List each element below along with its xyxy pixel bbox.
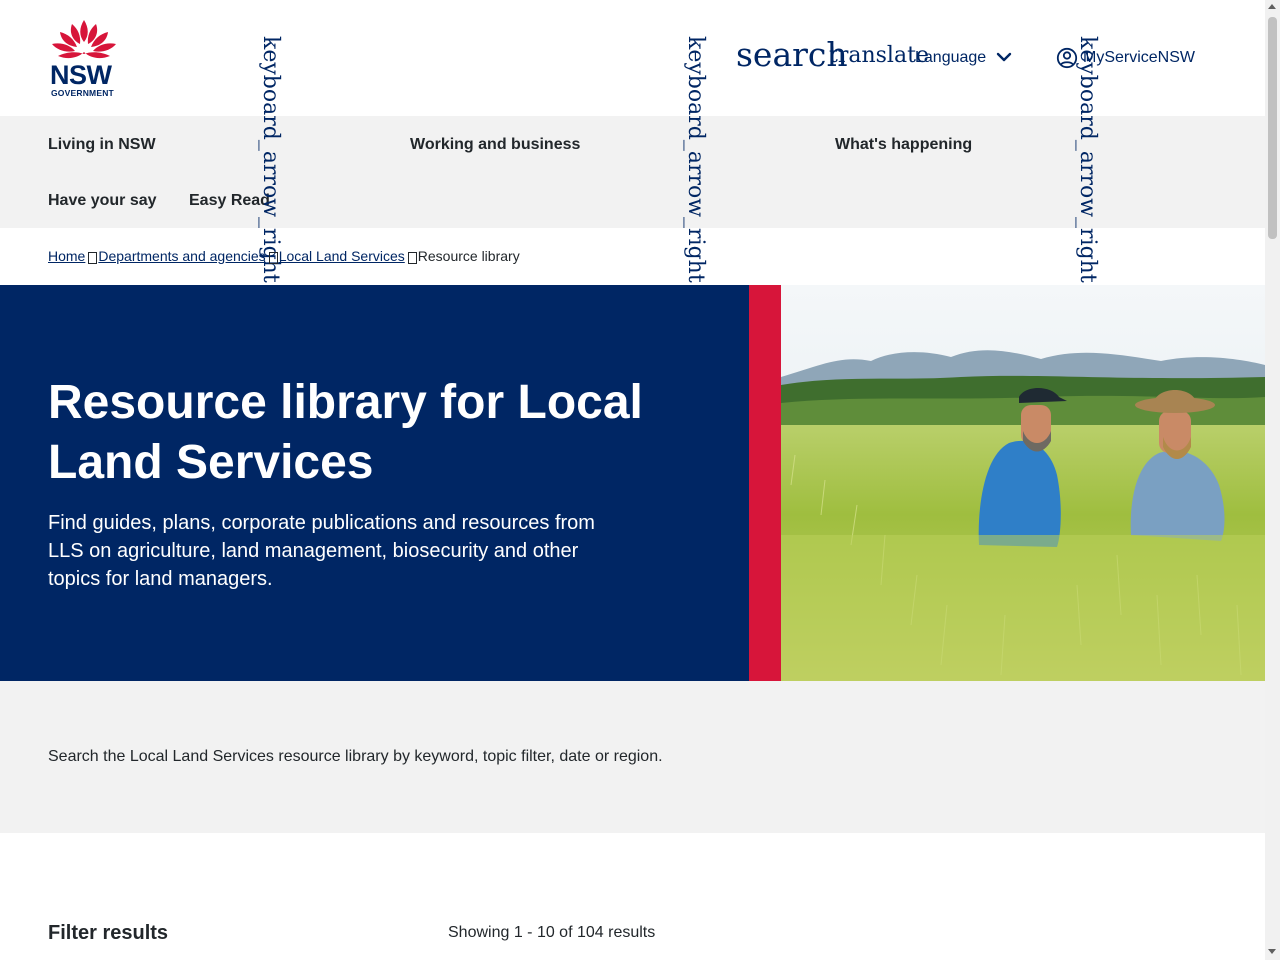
scroll-down-arrow-icon[interactable] — [1268, 949, 1276, 954]
language-selector-label[interactable]: Language — [915, 49, 986, 67]
hero-image-farmers-in-wheat-field — [781, 285, 1265, 681]
waratah-logo-icon — [52, 20, 116, 59]
search-intro-band: Search the Local Land Services resource … — [0, 681, 1265, 833]
scrollbar-thumb[interactable] — [1268, 17, 1277, 239]
hero-banner: Resource library for Local Land Services… — [0, 285, 1265, 681]
page-scrollbar[interactable] — [1265, 0, 1280, 960]
breadcrumb-home[interactable]: Home — [48, 248, 85, 264]
hero-intro-text: Find guides, plans, corporate publicatio… — [48, 512, 595, 590]
nav-item-have-your-say[interactable]: Have your say — [48, 192, 157, 210]
breadcrumb-current-page: Resource library — [417, 248, 520, 264]
breadcrumb-separator-icon — [407, 252, 417, 264]
logo-nsw-text: NSW — [50, 60, 112, 90]
keyboard-arrow-right-icon: keyboard_arrow_right — [1075, 36, 1100, 283]
breadcrumb-separator-icon — [88, 252, 98, 264]
page-title: Resource library for Local Land Services — [48, 376, 643, 489]
logo-government-text: GOVERNMENT — [51, 88, 114, 98]
breadcrumb-departments-and-agencies[interactable]: Departments and agencies — [98, 248, 265, 264]
nsw-government-logo[interactable]: NSW GOVERNMENT — [48, 18, 120, 98]
nav-item-working-and-business[interactable]: Working and business — [410, 136, 580, 154]
breadcrumb-separator-icon — [268, 252, 278, 264]
nav-item-living-in-nsw[interactable]: Living in NSW — [48, 136, 156, 154]
hero-accent-bar — [749, 285, 781, 681]
hero-content-panel: Resource library for Local Land Services… — [0, 285, 749, 681]
filter-results-heading: Filter results — [48, 922, 169, 944]
chevron-down-icon[interactable] — [995, 48, 1013, 66]
keyboard-arrow-right-icon: keyboard_arrow_right — [683, 36, 708, 283]
nav-item-whats-happening[interactable]: What's happening — [835, 136, 972, 154]
breadcrumb: Home Departments and agencies Local Land… — [48, 248, 520, 264]
search-intro-text: Search the Local Land Services resource … — [48, 748, 663, 765]
translate-icon[interactable]: translate — [829, 45, 929, 67]
scroll-up-arrow-icon[interactable] — [1268, 4, 1276, 9]
results-count: Showing 1 - 10 of 104 results — [448, 924, 656, 941]
keyboard-arrow-right-icon: keyboard_arrow_right — [258, 36, 283, 283]
breadcrumb-local-land-services[interactable]: Local Land Services — [279, 248, 405, 264]
